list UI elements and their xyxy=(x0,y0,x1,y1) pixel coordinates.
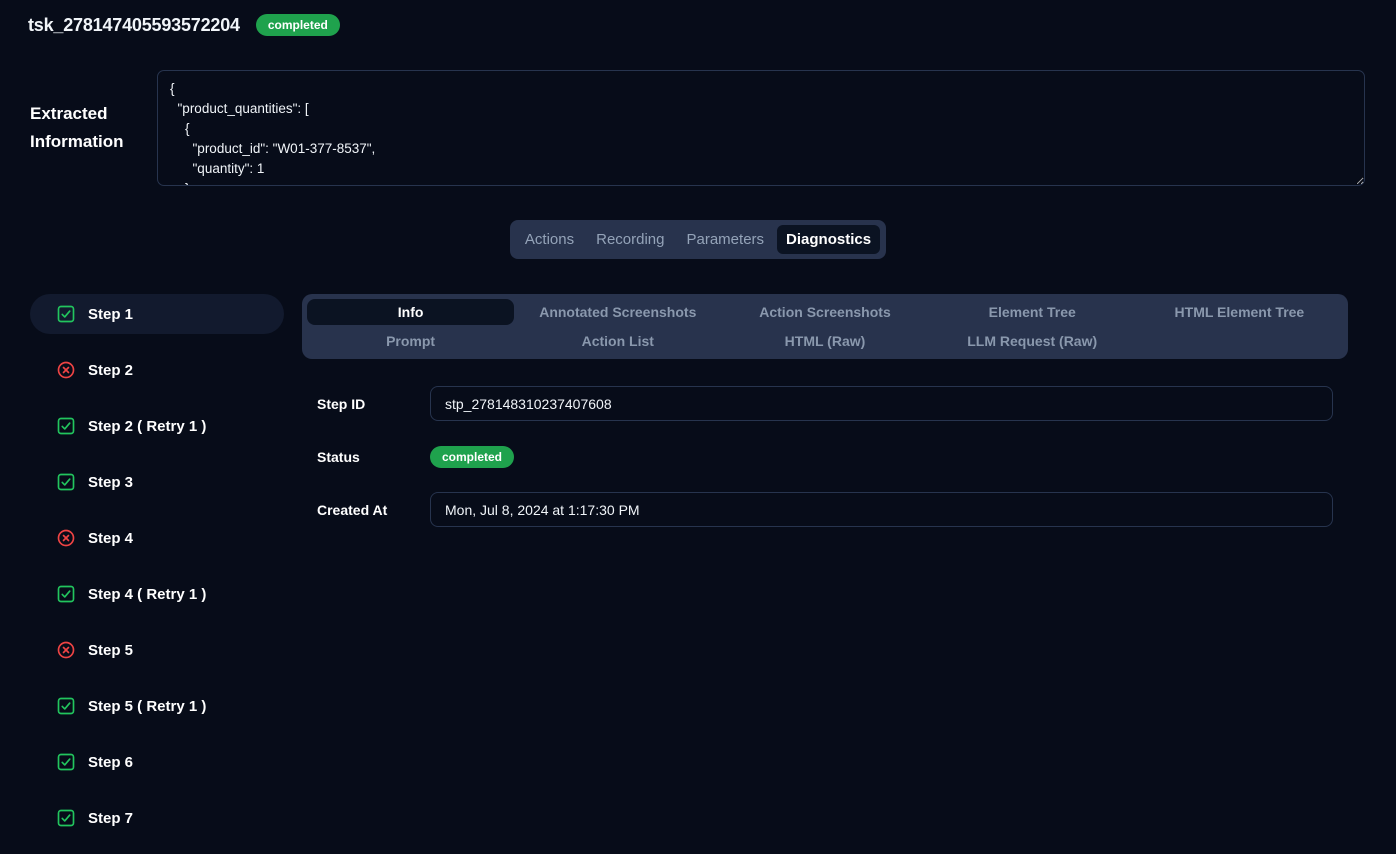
step-item-5[interactable]: Step 5 xyxy=(30,630,284,670)
step-item-label: Step 5 ( Retry 1 ) xyxy=(88,698,206,715)
extracted-information-label: Extracted Information xyxy=(30,100,157,156)
check-square-icon xyxy=(56,472,76,492)
check-square-icon xyxy=(56,304,76,324)
main-tab-bar: Actions Recording Parameters Diagnostics xyxy=(510,220,886,259)
tab-html-raw[interactable]: HTML (Raw) xyxy=(721,328,928,354)
x-circle-icon xyxy=(56,528,76,548)
step-item-label: Step 3 xyxy=(88,474,133,491)
check-square-icon xyxy=(56,584,76,604)
extracted-information-textarea[interactable]: { "product_quantities": [ { "product_id"… xyxy=(157,70,1365,186)
status-row: Status completed xyxy=(302,439,1348,474)
step-item-2[interactable]: Step 2 xyxy=(30,350,284,390)
check-square-icon xyxy=(56,416,76,436)
diagnostics-tab-bar: Info Annotated Screenshots Action Screen… xyxy=(302,294,1348,359)
x-circle-icon xyxy=(56,360,76,380)
status-label: Status xyxy=(302,449,430,465)
step-item-4[interactable]: Step 4 xyxy=(30,518,284,558)
diagnostics-panel: Info Annotated Screenshots Action Screen… xyxy=(302,294,1348,854)
step-item-label: Step 4 ( Retry 1 ) xyxy=(88,586,206,603)
task-status-badge: completed xyxy=(256,14,340,36)
task-id-title: tsk_278147405593572204 xyxy=(28,15,240,36)
step-item-label: Step 5 xyxy=(88,642,133,659)
step-item-2-retry-1[interactable]: Step 2 ( Retry 1 ) xyxy=(30,406,284,446)
check-square-icon xyxy=(56,808,76,828)
created-at-row: Created At xyxy=(302,492,1348,527)
tab-html-element-tree[interactable]: HTML Element Tree xyxy=(1136,299,1343,325)
page-header: tsk_278147405593572204 completed xyxy=(0,0,1396,38)
tab-prompt[interactable]: Prompt xyxy=(307,328,514,354)
content-area: Step 1 Step 2 Step 2 ( Retry 1 ) Step 3 … xyxy=(0,294,1396,854)
step-item-5-retry-1[interactable]: Step 5 ( Retry 1 ) xyxy=(30,686,284,726)
step-item-label: Step 2 xyxy=(88,362,133,379)
step-item-4-retry-1[interactable]: Step 4 ( Retry 1 ) xyxy=(30,574,284,614)
step-item-label: Step 6 xyxy=(88,754,133,771)
step-id-label: Step ID xyxy=(302,396,430,412)
step-item-7[interactable]: Step 7 xyxy=(30,798,284,838)
step-id-input[interactable] xyxy=(430,386,1333,421)
created-at-label: Created At xyxy=(302,502,430,518)
step-item-label: Step 4 xyxy=(88,530,133,547)
step-item-label: Step 7 xyxy=(88,810,133,827)
tab-element-tree[interactable]: Element Tree xyxy=(929,299,1136,325)
step-item-1[interactable]: Step 1 xyxy=(30,294,284,334)
step-info-form: Step ID Status completed Created At xyxy=(302,386,1348,527)
tab-recording[interactable]: Recording xyxy=(587,225,673,254)
step-item-label: Step 1 xyxy=(88,306,133,323)
tab-actions[interactable]: Actions xyxy=(516,225,583,254)
tab-parameters[interactable]: Parameters xyxy=(678,225,774,254)
step-item-6[interactable]: Step 6 xyxy=(30,742,284,782)
tab-action-list[interactable]: Action List xyxy=(514,328,721,354)
x-circle-icon xyxy=(56,640,76,660)
check-square-icon xyxy=(56,696,76,716)
extracted-information-section: Extracted Information { "product_quantit… xyxy=(0,70,1396,186)
step-status-badge: completed xyxy=(430,446,514,468)
step-item-3[interactable]: Step 3 xyxy=(30,462,284,502)
tab-annotated-screenshots[interactable]: Annotated Screenshots xyxy=(514,299,721,325)
check-square-icon xyxy=(56,752,76,772)
step-id-row: Step ID xyxy=(302,386,1348,421)
tab-diagnostics[interactable]: Diagnostics xyxy=(777,225,880,254)
tab-action-screenshots[interactable]: Action Screenshots xyxy=(721,299,928,325)
tab-llm-request-raw[interactable]: LLM Request (Raw) xyxy=(929,328,1136,354)
steps-sidebar: Step 1 Step 2 Step 2 ( Retry 1 ) Step 3 … xyxy=(30,294,284,854)
step-item-label: Step 2 ( Retry 1 ) xyxy=(88,418,206,435)
main-tabs-wrap: Actions Recording Parameters Diagnostics xyxy=(0,220,1396,259)
tab-info[interactable]: Info xyxy=(307,299,514,325)
created-at-input[interactable] xyxy=(430,492,1333,527)
